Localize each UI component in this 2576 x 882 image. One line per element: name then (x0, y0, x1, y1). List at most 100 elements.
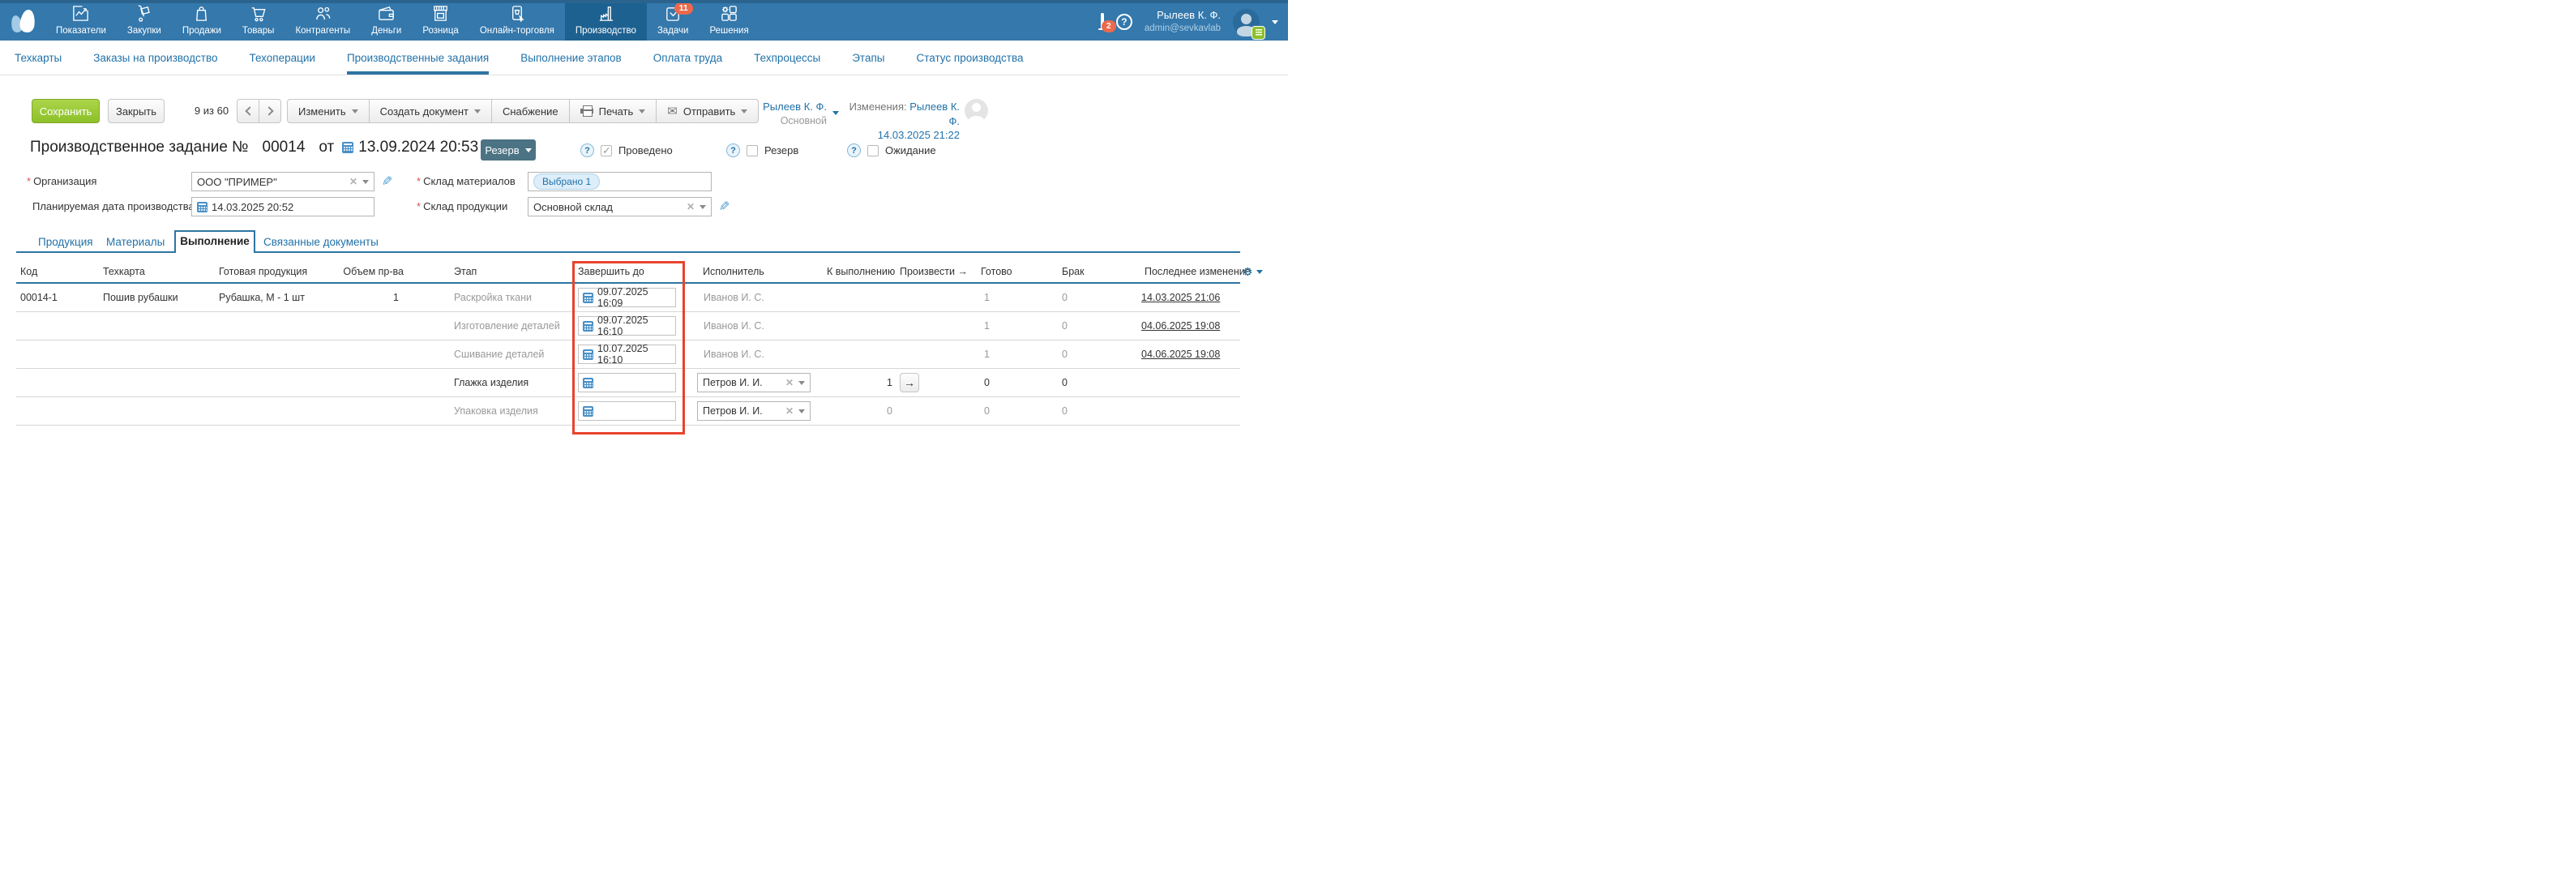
col-header-volume[interactable]: Объем пр-ва (340, 266, 404, 277)
document-owner[interactable]: Рылеев К. Ф. Основной (746, 100, 827, 127)
due-date-input[interactable]: 09.07.2025 16:09 (578, 286, 676, 309)
due-date-input[interactable] (578, 373, 676, 392)
chevron-down-icon[interactable] (1272, 19, 1278, 24)
moysklad-logo[interactable] (10, 9, 37, 33)
nav-item-tasks[interactable]: 11 Задачи (647, 2, 700, 41)
col-header-defect[interactable]: Брак (1062, 266, 1085, 277)
chevron-down-icon[interactable] (832, 111, 839, 115)
chevron-down-icon[interactable] (362, 179, 369, 184)
edit-pencil-icon[interactable]: ✎ (379, 175, 395, 186)
nav-item-retail[interactable]: Розница (412, 3, 469, 41)
subnav-techcards[interactable]: Техкарты (15, 41, 62, 75)
table-settings-gear-icon[interactable]: ⚙ (1243, 265, 1253, 279)
waiting-checkbox[interactable] (867, 144, 879, 156)
create-document-button[interactable]: Создать документ (368, 99, 492, 123)
cell-last-change-link[interactable]: 04.06.2025 19:08 (1141, 340, 1220, 368)
nav-item-production[interactable]: Производство (564, 3, 647, 41)
owner-name[interactable]: Рылеев К. Ф. (746, 100, 827, 114)
close-button[interactable]: Закрыть (108, 99, 165, 123)
table-row[interactable]: Упаковка изделия Петров И. И. ✕ 0 0 0 (0, 397, 1288, 426)
nav-item-sales[interactable]: Продажи (172, 3, 232, 41)
changed-by-link[interactable]: Рылеев К. Ф. (909, 101, 960, 127)
notifications-bell[interactable]: 2 (1100, 13, 1116, 32)
col-header-todo[interactable]: К выполнению (827, 266, 895, 277)
chevron-down-icon[interactable] (798, 409, 805, 413)
cell-last-change-link[interactable]: 04.06.2025 19:08 (1141, 312, 1220, 340)
nav-item-purchases[interactable]: Закупки (117, 3, 172, 41)
help-icon[interactable]: ? (580, 143, 594, 157)
col-header-produce[interactable]: Произвести → (900, 266, 968, 277)
table-row[interactable]: 00014-1 Пошив рубашки Рубашка, М - 1 шт … (0, 284, 1288, 312)
col-header-done[interactable]: Готово (981, 266, 1012, 277)
produce-arrow-button[interactable]: → (900, 373, 919, 392)
changed-at-link[interactable]: 14.03.2025 21:22 (878, 129, 960, 141)
help-icon[interactable]: ? (726, 143, 740, 157)
col-header-last-change[interactable]: Последнее изменение (1145, 266, 1251, 277)
col-header-executor[interactable]: Исполнитель (703, 266, 764, 277)
subnav-techprocesses[interactable]: Техпроцессы (754, 41, 820, 75)
reserve-checkbox[interactable] (747, 144, 758, 156)
calendar-icon[interactable] (197, 201, 208, 212)
subnav-production-tasks[interactable]: Производственные задания (346, 41, 490, 75)
planned-date-field[interactable]: 14.03.2025 20:52 (191, 197, 374, 216)
tab-execution[interactable]: Выполнение (174, 230, 255, 253)
nav-item-counterparties[interactable]: Контрагенты (285, 3, 361, 41)
nav-item-indicators[interactable]: Показатели (45, 3, 117, 41)
due-date-input[interactable]: 09.07.2025 16:10 (578, 315, 676, 337)
subnav-production-orders[interactable]: Заказы на производство (93, 41, 217, 75)
help-icon[interactable]: ? (847, 143, 861, 157)
tab-materials[interactable]: Материалы (106, 233, 165, 251)
executor-combobox[interactable]: Петров И. И. ✕ (697, 373, 811, 392)
edit-pencil-icon[interactable]: ✎ (716, 200, 732, 211)
tab-linked-documents[interactable]: Связанные документы (263, 233, 379, 251)
selected-count-badge[interactable]: Выбрано 1 (533, 173, 601, 190)
due-date-input[interactable]: 10.07.2025 16:10 (578, 343, 676, 366)
clear-icon[interactable]: ✕ (785, 377, 794, 388)
user-avatar[interactable] (1233, 8, 1265, 40)
nav-item-money[interactable]: Деньги (361, 3, 412, 41)
nav-item-online-trade[interactable]: Онлайн-торговля (469, 3, 565, 41)
tab-products[interactable]: Продукция (38, 233, 93, 251)
document-date[interactable]: 13.09.2024 20:53 (358, 139, 478, 156)
nav-item-solutions[interactable]: Решения (699, 3, 759, 41)
col-header-product[interactable]: Готовая продукция (219, 266, 307, 277)
cell-product-link[interactable]: Рубашка, М - 1 шт (219, 284, 305, 311)
table-row[interactable]: Изготовление деталей 09.07.2025 16:10 Ив… (0, 312, 1288, 340)
calendar-icon[interactable] (583, 320, 593, 332)
help-icon[interactable]: ? (1115, 14, 1132, 30)
document-number[interactable]: 00014 (263, 139, 306, 156)
send-button[interactable]: ✉ Отправить (656, 99, 760, 123)
save-button[interactable]: Сохранить (32, 99, 100, 123)
posted-checkbox[interactable] (601, 144, 612, 157)
col-header-techcard[interactable]: Техкарта (103, 266, 145, 277)
table-row[interactable]: Сшивание деталей 10.07.2025 16:10 Иванов… (0, 340, 1288, 369)
table-row[interactable]: Глажка изделия Петров И. И. ✕ 1 → 0 0 (0, 369, 1288, 397)
editor-avatar[interactable] (965, 99, 988, 122)
col-header-stage[interactable]: Этап (454, 266, 477, 277)
materials-warehouse-field[interactable]: Выбрано 1 (528, 172, 712, 191)
clear-icon[interactable]: ✕ (349, 176, 357, 187)
col-header-due[interactable]: Завершить до (578, 266, 644, 277)
calendar-icon[interactable] (583, 349, 593, 360)
clear-icon[interactable]: ✕ (785, 405, 794, 417)
due-date-input[interactable] (578, 401, 676, 421)
subnav-stages[interactable]: Этапы (852, 41, 884, 75)
subnav-production-status[interactable]: Статус производства (916, 41, 1023, 75)
prev-record-button[interactable] (237, 99, 259, 123)
chevron-down-icon[interactable] (798, 380, 805, 385)
calendar-icon[interactable] (583, 377, 593, 388)
organization-field[interactable]: ООО "ПРИМЕР" ✕ (191, 172, 374, 191)
reserve-dropdown-button[interactable]: Резерв (481, 139, 536, 161)
calendar-icon[interactable] (342, 142, 354, 153)
print-button[interactable]: Печать (568, 99, 657, 123)
supply-button[interactable]: Снабжение (490, 99, 570, 123)
product-warehouse-field[interactable]: Основной склад ✕ (528, 197, 712, 216)
executor-combobox[interactable]: Петров И. И. ✕ (697, 401, 811, 421)
subnav-labor-payment[interactable]: Оплата труда (653, 41, 722, 75)
current-user[interactable]: Рылеев К. Ф. admin@sevkavlab (1145, 9, 1221, 35)
change-button[interactable]: Изменить (287, 99, 370, 123)
cell-last-change-link[interactable]: 14.03.2025 21:06 (1141, 284, 1220, 311)
chevron-down-icon[interactable] (1256, 270, 1263, 274)
calendar-icon[interactable] (583, 405, 593, 417)
next-record-button[interactable] (259, 99, 281, 123)
